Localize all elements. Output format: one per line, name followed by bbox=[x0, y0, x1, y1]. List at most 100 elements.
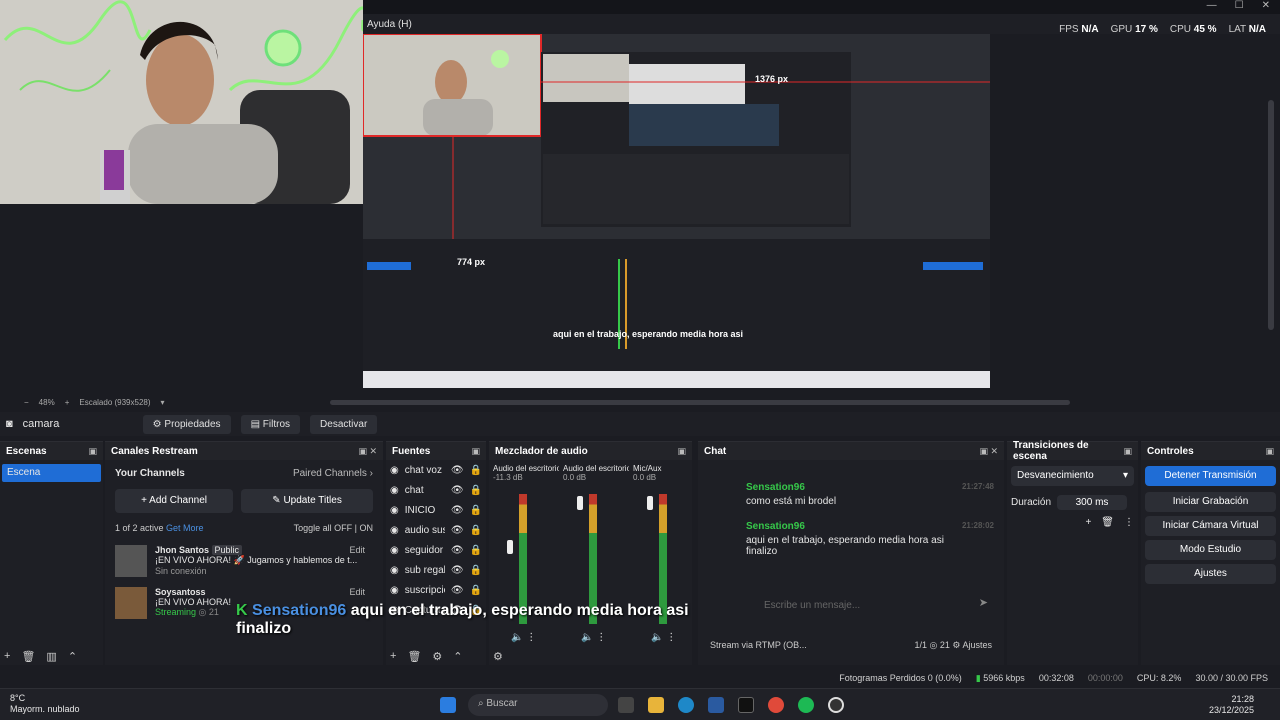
gear-icon[interactable]: ⚙ bbox=[493, 650, 503, 663]
obs-icon[interactable] bbox=[828, 697, 844, 713]
scale-mode[interactable]: Escalado (939x528) bbox=[79, 398, 150, 407]
paired-channels-link[interactable]: Paired Channels › bbox=[293, 468, 373, 479]
filter-icon[interactable]: ▥ bbox=[46, 650, 56, 663]
dock-close-icon[interactable]: ▣ ✕ bbox=[979, 446, 998, 457]
menu-help[interactable]: Ayuda (H) bbox=[363, 19, 416, 30]
eye-icon[interactable]: 👁 bbox=[451, 485, 464, 496]
more-icon[interactable]: ⋮ bbox=[1124, 517, 1134, 528]
stream-target[interactable]: Stream via RTMP (OB... bbox=[710, 640, 807, 651]
clock[interactable]: 21:28 23/12/2025 bbox=[1209, 694, 1254, 716]
controls-dock: Controles ▣ Detener Transmisión Iniciar G… bbox=[1141, 441, 1280, 665]
update-titles-button[interactable]: ✎ Update Titles bbox=[241, 489, 373, 513]
chat-settings-button[interactable]: Ajustes bbox=[962, 640, 992, 650]
eye-icon[interactable]: 👁 bbox=[451, 585, 464, 596]
gear-icon[interactable]: ⚙ bbox=[432, 650, 442, 663]
lock-icon[interactable]: 🔒 bbox=[470, 485, 482, 496]
start-icon[interactable] bbox=[440, 697, 456, 713]
status-bar: Fotogramas Perdidos 0 (0.0%) ▮ 5966 kbps… bbox=[0, 668, 1280, 688]
volume-slider[interactable] bbox=[507, 540, 513, 554]
toggle-on[interactable]: ON bbox=[360, 523, 374, 533]
mixer-title: Mezclador de audio bbox=[495, 445, 588, 457]
mute-icon[interactable]: 🔈 ⋮ bbox=[581, 632, 606, 643]
chevron-down-icon[interactable]: ▾ bbox=[161, 398, 165, 407]
transition-select[interactable]: Desvanecimiento ▾ bbox=[1011, 466, 1134, 486]
source-item[interactable]: ◉ suscripcio 👁 🔒 bbox=[386, 580, 486, 600]
dock-menu-icon[interactable]: ▣ bbox=[1123, 446, 1132, 457]
lock-icon[interactable]: 🔒 bbox=[470, 505, 482, 516]
lock-icon[interactable]: 🔒 bbox=[470, 465, 482, 476]
stop-stream-button[interactable]: Detener Transmisión bbox=[1145, 466, 1276, 486]
add-icon[interactable]: + bbox=[1085, 517, 1091, 528]
lock-icon[interactable]: 🔒 bbox=[470, 585, 482, 596]
virtual-camera-button[interactable]: Iniciar Cámara Virtual bbox=[1145, 516, 1276, 536]
taskview-icon[interactable] bbox=[618, 697, 634, 713]
volume-slider[interactable] bbox=[577, 496, 583, 510]
eye-icon[interactable]: 👁 bbox=[451, 525, 464, 536]
weather-widget[interactable]: 8°C Mayorm. nublado bbox=[10, 693, 80, 715]
trash-icon[interactable]: 🗑 bbox=[21, 650, 35, 663]
source-type-icon: ◉ bbox=[390, 504, 399, 516]
edge-icon[interactable] bbox=[678, 697, 694, 713]
duration-field[interactable]: 300 ms bbox=[1057, 494, 1128, 510]
program-preview[interactable]: 1376 px 774 px aqui en el trabajo, esper… bbox=[363, 34, 990, 388]
add-channel-button[interactable]: + Add Channel bbox=[115, 489, 234, 513]
get-more-link[interactable]: Get More bbox=[166, 523, 204, 533]
add-icon[interactable]: + bbox=[390, 650, 396, 663]
eye-icon[interactable]: 👁 bbox=[451, 465, 464, 476]
folder-icon[interactable] bbox=[648, 697, 664, 713]
lock-icon[interactable]: 🔒 bbox=[470, 525, 482, 536]
edit-button[interactable]: Edit bbox=[349, 587, 365, 597]
source-item[interactable]: ◉ INICIO 👁 🔒 bbox=[386, 500, 486, 520]
lock-icon[interactable]: 🔒 bbox=[470, 565, 482, 576]
source-item[interactable]: ◉ audio sus 👁 🔒 bbox=[386, 520, 486, 540]
source-item[interactable]: ◉ chat 👁 🔒 bbox=[386, 480, 486, 500]
chevron-up-icon[interactable]: ⌃ bbox=[68, 650, 77, 663]
properties-button[interactable]: ⚙ Propiedades bbox=[142, 414, 231, 434]
volume-slider[interactable] bbox=[647, 496, 653, 510]
vertical-scrollbar[interactable] bbox=[1268, 100, 1274, 330]
source-item[interactable]: ◉ sub regala 👁 🔒 bbox=[386, 560, 486, 580]
edit-button[interactable]: Edit bbox=[349, 545, 365, 555]
search-box[interactable]: ⌕ Buscar bbox=[468, 694, 608, 716]
trash-icon[interactable]: 🗑 bbox=[407, 650, 421, 663]
lock-icon[interactable]: 🔒 bbox=[470, 605, 482, 616]
source-item[interactable]: ◉ seguidor 👁 🔒 bbox=[386, 540, 486, 560]
minimize-icon[interactable]: — bbox=[1207, 0, 1217, 11]
zoom-out-icon[interactable]: − bbox=[24, 398, 29, 407]
send-icon[interactable]: ➤ bbox=[979, 596, 988, 609]
filters-button[interactable]: ▤ Filtros bbox=[240, 414, 301, 434]
scene-item[interactable]: Escena bbox=[2, 464, 101, 482]
toggle-all[interactable]: Toggle all OFF bbox=[294, 523, 353, 533]
maximize-icon[interactable]: ☐ bbox=[1235, 0, 1244, 11]
eye-icon[interactable]: 👁 bbox=[451, 565, 464, 576]
trash-icon[interactable]: 🗑 bbox=[1101, 517, 1114, 528]
mute-icon[interactable]: 🔈 ⋮ bbox=[651, 632, 676, 643]
studio-mode-button[interactable]: Modo Estudio bbox=[1145, 540, 1276, 560]
eye-icon[interactable]: 👁 bbox=[451, 605, 464, 616]
close-icon[interactable]: ✕ bbox=[1262, 0, 1270, 11]
zoom-in-icon[interactable]: + bbox=[65, 398, 70, 407]
settings-button[interactable]: Ajustes bbox=[1145, 564, 1276, 584]
eye-icon[interactable]: 👁 bbox=[451, 545, 464, 556]
dock-menu-icon[interactable]: ▣ bbox=[471, 446, 480, 457]
mute-icon[interactable]: 🔈 ⋮ bbox=[511, 632, 536, 643]
source-item[interactable]: ◉ Captura d 👁 🔒 bbox=[386, 600, 486, 620]
eye-icon[interactable]: 👁 bbox=[451, 505, 464, 516]
chrome-icon[interactable] bbox=[768, 697, 784, 713]
app-y-icon[interactable] bbox=[738, 697, 754, 713]
add-icon[interactable]: + bbox=[4, 650, 10, 663]
chevron-up-icon[interactable]: ⌃ bbox=[453, 650, 462, 663]
dock-menu-icon[interactable]: ▣ bbox=[677, 446, 686, 457]
horizontal-scrollbar[interactable] bbox=[330, 400, 1070, 405]
deactivate-button[interactable]: Desactivar bbox=[310, 414, 378, 434]
lock-icon[interactable]: 🔒 bbox=[470, 545, 482, 556]
spotify-icon[interactable] bbox=[798, 697, 814, 713]
dock-menu-icon[interactable]: ▣ bbox=[88, 446, 97, 457]
store-icon[interactable] bbox=[708, 697, 724, 713]
chat-input[interactable]: Escribe un mensaje... bbox=[764, 600, 860, 611]
source-item[interactable]: ◉ chat voz 👁 🔒 bbox=[386, 460, 486, 480]
start-recording-button[interactable]: Iniciar Grabación bbox=[1145, 492, 1276, 512]
dock-close-icon[interactable]: ▣ ✕ bbox=[358, 446, 377, 457]
dock-menu-icon[interactable]: ▣ bbox=[1265, 446, 1274, 457]
your-channels-tab[interactable]: Your Channels bbox=[115, 468, 185, 479]
